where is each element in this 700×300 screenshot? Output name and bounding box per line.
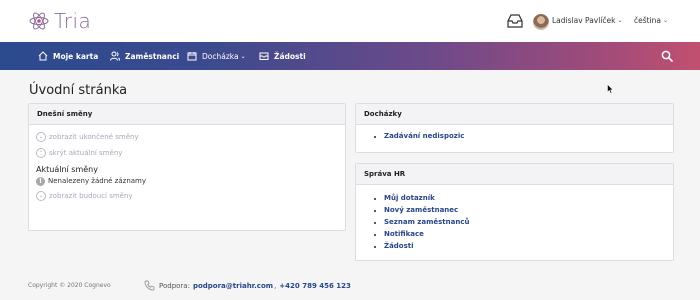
main-nav: Moje karta Zaměstnanci Docházka ⌄ Žádost… bbox=[0, 42, 700, 70]
nav-item-label: Žádosti bbox=[274, 51, 306, 61]
language-menu[interactable]: čeština ⌄ bbox=[634, 16, 668, 25]
link-novy-zamestnanec[interactable]: Nový zaměstnanec bbox=[384, 204, 673, 216]
support-label: Podpora: bbox=[159, 281, 190, 290]
chevron-down-icon: ⌄ bbox=[36, 191, 46, 201]
no-records-text: Nenalezeny žádné záznamy bbox=[48, 177, 147, 185]
support-phone-link[interactable]: +420 789 456 123 bbox=[279, 282, 351, 290]
link-label: zobrazit budoucí směny bbox=[49, 192, 133, 200]
card-title: Správa HR bbox=[356, 164, 673, 185]
support-info: Podpora: podpora@triahr.com , +420 789 4… bbox=[144, 280, 351, 291]
logo[interactable]: Tria bbox=[28, 8, 91, 34]
no-records-message: ! Nenalezeny žádné záznamy bbox=[36, 174, 345, 188]
hr-card: Správa HR Můj dotazník Nový zaměstnanec … bbox=[355, 163, 674, 261]
hide-current-shifts-link[interactable]: ⌃ skrýt aktuální směny bbox=[36, 145, 345, 161]
page-title: Úvodní stránka bbox=[29, 83, 128, 98]
separator: , bbox=[274, 281, 277, 290]
link-label: zobrazit ukončené směny bbox=[49, 133, 139, 141]
top-bar: Tria Ladislav Pavlíček ⌄ čeština ⌄ bbox=[0, 0, 700, 42]
people-icon bbox=[110, 51, 120, 61]
search-icon[interactable] bbox=[661, 50, 673, 62]
show-future-shifts-link[interactable]: ⌄ zobrazit budoucí směny bbox=[36, 188, 345, 204]
chevron-down-icon: ⌄ bbox=[617, 17, 623, 24]
attendance-card: Docházky Zadávání nedispozic bbox=[355, 103, 674, 153]
nav-item-zadosti[interactable]: Žádosti bbox=[259, 42, 306, 70]
attendance-links: Zadávání nedispozic bbox=[356, 130, 673, 142]
home-icon bbox=[38, 51, 48, 61]
chevron-down-icon: ⌄ bbox=[240, 52, 246, 60]
calendar-icon bbox=[187, 52, 197, 61]
link-label: skrýt aktuální směny bbox=[49, 149, 123, 157]
copyright: Copyright © 2020 Cognevo bbox=[28, 282, 111, 289]
language-label: čeština bbox=[634, 16, 662, 25]
warning-icon: ! bbox=[36, 176, 45, 186]
current-shifts-heading: Aktuální směny bbox=[36, 165, 98, 174]
card-title: Docházky bbox=[356, 104, 673, 125]
support-email-link[interactable]: podpora@triahr.com bbox=[193, 282, 273, 290]
user-name: Ladislav Pavlíček bbox=[552, 16, 616, 25]
phone-icon bbox=[144, 280, 155, 291]
mail-icon bbox=[259, 52, 269, 60]
card-title: Dnešní směny bbox=[29, 104, 345, 125]
nav-item-moje-karta[interactable]: Moje karta bbox=[38, 42, 98, 70]
nav-item-label: Moje karta bbox=[53, 51, 99, 61]
link-zadavani-nedispozic[interactable]: Zadávání nedispozic bbox=[384, 130, 673, 142]
nav-item-label: Zaměstnanci bbox=[125, 51, 180, 61]
logo-text: Tria bbox=[54, 9, 92, 33]
nav-item-dochazka[interactable]: Docházka ⌄ bbox=[187, 42, 246, 70]
link-notifikace[interactable]: Notifikace bbox=[384, 228, 673, 240]
tria-logo-icon bbox=[29, 12, 49, 30]
hr-links: Můj dotazník Nový zaměstnanec Seznam zam… bbox=[356, 192, 673, 252]
inbox-icon[interactable] bbox=[507, 14, 523, 28]
show-finished-shifts-link[interactable]: ⌄ zobrazit ukončené směny bbox=[36, 129, 345, 145]
link-zadosti[interactable]: Žádosti bbox=[384, 240, 673, 252]
link-muj-dotaznik[interactable]: Můj dotazník bbox=[384, 192, 673, 204]
chevron-up-icon: ⌃ bbox=[36, 148, 46, 158]
nav-item-label: Docházka bbox=[202, 51, 239, 61]
chevron-down-icon: ⌄ bbox=[36, 132, 46, 142]
link-seznam-zamestnancu[interactable]: Seznam zaměstnanců bbox=[384, 216, 673, 228]
nav-item-zamestnanci[interactable]: Zaměstnanci bbox=[110, 42, 179, 70]
shifts-card: Dnešní směny ⌄ zobrazit ukončené směny ⌃… bbox=[28, 103, 346, 231]
avatar[interactable] bbox=[533, 14, 549, 30]
chevron-down-icon: ⌄ bbox=[663, 17, 669, 24]
mouse-cursor-icon bbox=[607, 84, 614, 94]
user-menu[interactable]: Ladislav Pavlíček ⌄ bbox=[552, 16, 623, 25]
